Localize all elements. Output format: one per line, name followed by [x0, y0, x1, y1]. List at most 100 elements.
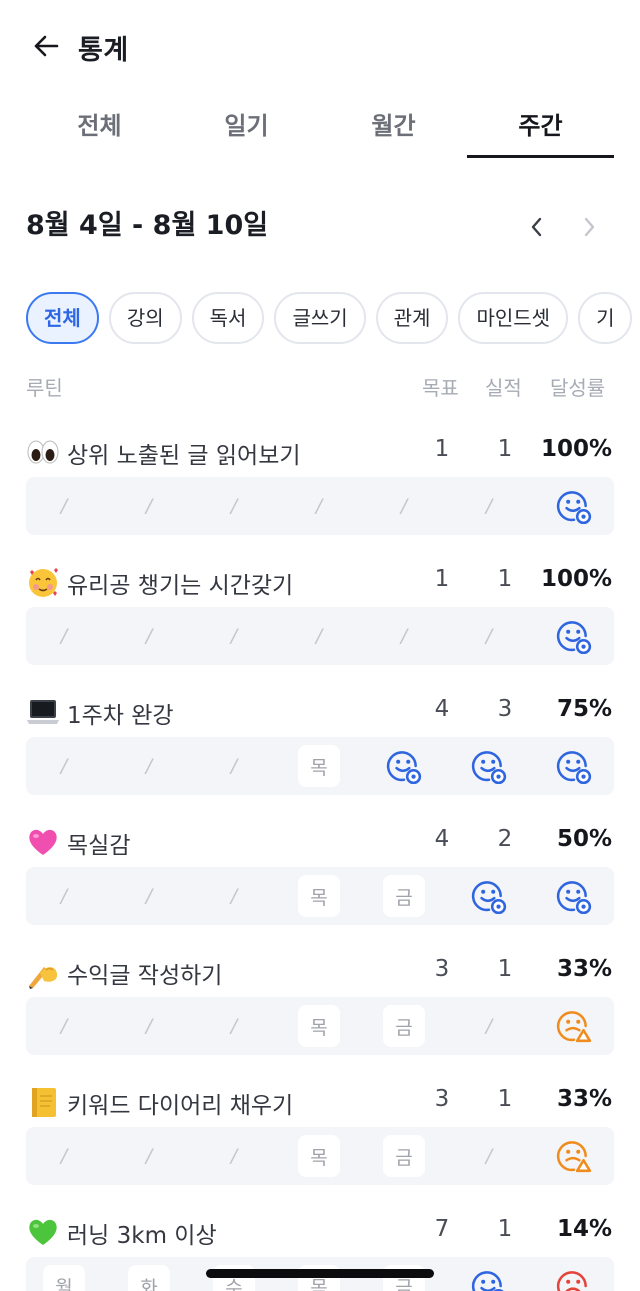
routine-row[interactable]: 러닝 3km 이상 7 1 14% 월 화 수 목 금 — [26, 1212, 614, 1291]
weekday-track: / / / / / / — [26, 607, 614, 665]
empty-day-mark: / — [485, 495, 493, 517]
weekday-track: / / / / / / — [26, 477, 614, 535]
empty-day-mark: / — [230, 495, 238, 517]
hearts-face-icon — [26, 565, 60, 599]
weekday-track: / / / 목 금 / — [26, 1127, 614, 1185]
weekday-track: / / / 목 — [26, 737, 614, 795]
header: 통계 — [0, 0, 640, 90]
eyes-icon — [26, 435, 60, 469]
chip-mindset[interactable]: 마인드셋 — [458, 292, 569, 344]
routine-goal: 7 — [434, 1216, 450, 1242]
laptop-icon — [26, 695, 60, 729]
routine-rate: 33% — [556, 956, 612, 982]
empty-day-mark: / — [485, 1145, 493, 1167]
routine-summary: 상위 노출된 글 읽어보기 1 1 100% — [26, 432, 614, 472]
column-header: 루틴 목표 실적 달성률 — [26, 372, 614, 402]
routine-row[interactable]: 1주차 완강 4 3 75% / / / 목 — [26, 692, 614, 812]
empty-day-mark: / — [60, 625, 68, 647]
worried-icon — [553, 1005, 595, 1047]
weekday-label: 화 — [128, 1265, 170, 1291]
routine-rate: 100% — [540, 436, 612, 462]
routine-summary: 유리공 챙기는 시간갖기 1 1 100% — [26, 562, 614, 602]
chip-all[interactable]: 전체 — [26, 292, 99, 344]
worried-icon — [553, 1135, 595, 1177]
routine-rate: 75% — [556, 696, 612, 722]
smile-icon — [468, 1265, 510, 1291]
smile-icon — [553, 615, 595, 657]
routine-row[interactable]: 수익글 작성하기 3 1 33% / / / 목 금 / — [26, 952, 614, 1072]
empty-day-mark: / — [230, 625, 238, 647]
next-week-button[interactable] — [574, 212, 604, 242]
routine-rate: 33% — [556, 1086, 612, 1112]
weekday-label: 금 — [383, 875, 425, 917]
routine-summary: 목실감 4 2 50% — [26, 822, 614, 862]
green-heart-icon — [26, 1215, 60, 1249]
week-selector: 8월 4일 - 8월 10일 — [26, 206, 614, 250]
empty-day-mark: / — [145, 1015, 153, 1037]
chip-reading[interactable]: 독서 — [191, 292, 265, 344]
empty-day-mark: / — [400, 495, 408, 517]
weekday-label: 금 — [383, 1135, 425, 1177]
weekday-label: 목 — [298, 745, 340, 787]
sad-icon — [553, 1265, 595, 1291]
routine-name: 상위 노출된 글 읽어보기 — [67, 443, 301, 469]
chevron-left-icon — [531, 217, 542, 237]
empty-day-mark: / — [400, 625, 408, 647]
empty-day-mark: / — [60, 495, 68, 517]
tab-monthly[interactable]: 월간 — [320, 100, 467, 158]
weekday-track: / / / 목 금 — [26, 867, 614, 925]
routine-goal: 1 — [434, 566, 450, 592]
routine-summary: 1주차 완강 4 3 75% — [26, 692, 614, 732]
routine-goal: 1 — [434, 436, 450, 462]
weekday-label: 금 — [383, 1005, 425, 1047]
empty-day-mark: / — [230, 1015, 238, 1037]
empty-day-mark: / — [485, 625, 493, 647]
smile-icon — [468, 745, 510, 787]
routine-goal: 4 — [434, 696, 450, 722]
pink-heart-icon — [26, 825, 60, 859]
routine-row[interactable]: 목실감 4 2 50% / / / 목 금 — [26, 822, 614, 942]
chip-relationship[interactable]: 관계 — [375, 292, 449, 344]
writing-hand-icon — [26, 955, 60, 989]
smile-icon — [468, 875, 510, 917]
smile-icon — [553, 745, 595, 787]
chip-lecture[interactable]: 강의 — [108, 292, 182, 344]
page-title: 통계 — [78, 35, 129, 66]
routine-name: 유리공 챙기는 시간갖기 — [67, 573, 294, 599]
col-actual: 실적 — [485, 376, 522, 400]
weekday-label: 목 — [298, 875, 340, 917]
routine-row[interactable]: 상위 노출된 글 읽어보기 1 1 100% / / / / / / — [26, 432, 614, 552]
routine-goal: 3 — [434, 1086, 450, 1112]
prev-week-button[interactable] — [522, 212, 552, 242]
empty-day-mark: / — [60, 885, 68, 907]
empty-day-mark: / — [485, 1015, 493, 1037]
chip-more[interactable]: 기 — [578, 292, 633, 344]
col-routine: 루틴 — [26, 376, 63, 400]
col-goal: 목표 — [422, 376, 459, 400]
routine-actual: 1 — [497, 1216, 513, 1242]
tab-diary[interactable]: 일기 — [173, 100, 320, 158]
category-filter: 전체 강의 독서 글쓰기 관계 마인드셋 기 — [26, 292, 640, 346]
routine-actual: 1 — [497, 436, 513, 462]
tab-all[interactable]: 전체 — [26, 100, 173, 158]
tab-weekly[interactable]: 주간 — [467, 100, 614, 158]
weekday-track: / / / 목 금 / — [26, 997, 614, 1055]
back-button[interactable] — [26, 26, 66, 66]
empty-day-mark: / — [230, 1145, 238, 1167]
notebook-icon — [26, 1085, 60, 1119]
chip-writing[interactable]: 글쓰기 — [274, 292, 366, 344]
chevron-right-icon — [584, 217, 595, 237]
routine-goal: 3 — [434, 956, 450, 982]
empty-day-mark: / — [315, 625, 323, 647]
smile-icon — [553, 485, 595, 527]
empty-day-mark: / — [145, 885, 153, 907]
empty-day-mark: / — [145, 625, 153, 647]
weekday-label: 월 — [43, 1265, 85, 1291]
routine-row[interactable]: 유리공 챙기는 시간갖기 1 1 100% / / / / / / — [26, 562, 614, 682]
weekday-label: 목 — [298, 1005, 340, 1047]
empty-day-mark: / — [230, 755, 238, 777]
routine-row[interactable]: 키워드 다이어리 채우기 3 1 33% / / / 목 금 / — [26, 1082, 614, 1202]
routine-actual: 2 — [497, 826, 513, 852]
weekday-label: 목 — [298, 1135, 340, 1177]
empty-day-mark: / — [145, 1145, 153, 1167]
